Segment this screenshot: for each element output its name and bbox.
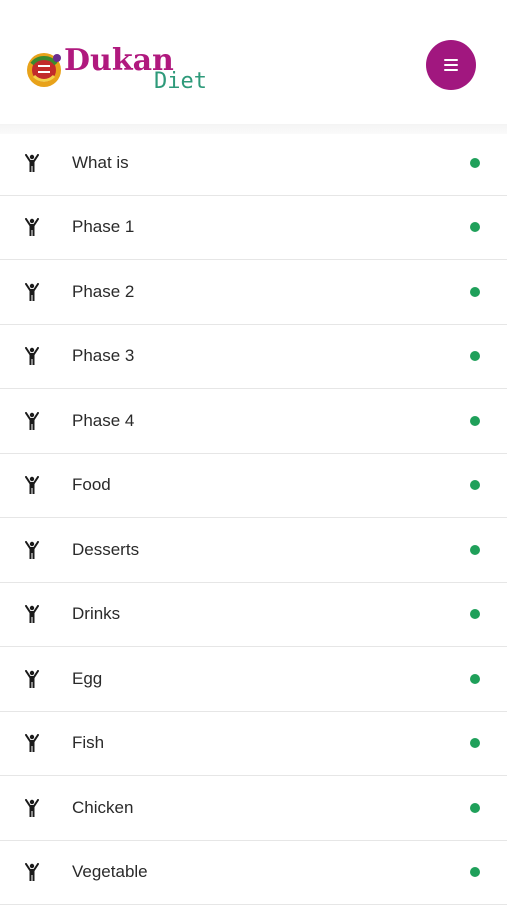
hamburger-menu-icon xyxy=(444,59,458,71)
person-arms-raised-icon xyxy=(24,541,40,559)
person-arms-raised-icon xyxy=(24,605,40,623)
menu-item[interactable]: Egg xyxy=(0,647,507,712)
menu-item[interactable]: Fish xyxy=(0,712,507,777)
status-dot xyxy=(470,867,480,877)
person-arms-raised-icon xyxy=(24,347,40,365)
menu-item-label: Desserts xyxy=(72,540,139,560)
status-dot xyxy=(470,222,480,232)
menu-item-label: Chicken xyxy=(72,798,133,818)
person-arms-raised-icon xyxy=(24,154,40,172)
menu-item-label: Food xyxy=(72,475,111,495)
site-header: Dukan Diet xyxy=(0,0,507,131)
status-dot xyxy=(470,803,480,813)
logo-subtitle: Diet xyxy=(154,70,207,94)
menu-item[interactable]: Food xyxy=(0,454,507,519)
person-arms-raised-icon xyxy=(24,412,40,430)
menu-toggle-button[interactable] xyxy=(426,40,476,90)
menu-item[interactable]: What is xyxy=(0,131,507,196)
menu-item-label: Vegetable xyxy=(72,862,148,882)
person-arms-raised-icon xyxy=(24,218,40,236)
menu-item[interactable]: Chicken xyxy=(0,776,507,841)
navigation-menu: What is Phase 1 Phase 2 Phase 3 Phase 4 Food D… xyxy=(0,131,507,905)
status-dot xyxy=(470,738,480,748)
person-arms-raised-icon xyxy=(24,799,40,817)
logo-emblem-icon xyxy=(24,46,64,90)
menu-item[interactable]: Phase 1 xyxy=(0,196,507,261)
menu-item-label: Phase 3 xyxy=(72,346,134,366)
menu-item-label: What is xyxy=(72,153,129,173)
status-dot xyxy=(470,674,480,684)
menu-item-label: Egg xyxy=(72,669,102,689)
person-arms-raised-icon xyxy=(24,863,40,881)
person-arms-raised-icon xyxy=(24,670,40,688)
status-dot xyxy=(470,609,480,619)
menu-item[interactable]: Vegetable xyxy=(0,841,507,905)
status-dot xyxy=(470,287,480,297)
menu-item[interactable]: Phase 4 xyxy=(0,389,507,454)
menu-item-label: Drinks xyxy=(72,604,120,624)
menu-item[interactable]: Drinks xyxy=(0,583,507,648)
person-arms-raised-icon xyxy=(24,476,40,494)
site-logo[interactable]: Dukan Diet xyxy=(24,44,214,96)
status-dot xyxy=(470,480,480,490)
menu-item[interactable]: Phase 3 xyxy=(0,325,507,390)
menu-item[interactable]: Phase 2 xyxy=(0,260,507,325)
person-arms-raised-icon xyxy=(24,734,40,752)
menu-item-label: Phase 4 xyxy=(72,411,134,431)
status-dot xyxy=(470,545,480,555)
menu-item[interactable]: Desserts xyxy=(0,518,507,583)
menu-item-label: Phase 1 xyxy=(72,217,134,237)
status-dot xyxy=(470,416,480,426)
status-dot xyxy=(470,351,480,361)
person-arms-raised-icon xyxy=(24,283,40,301)
status-dot xyxy=(470,158,480,168)
menu-item-label: Phase 2 xyxy=(72,282,134,302)
menu-item-label: Fish xyxy=(72,733,104,753)
